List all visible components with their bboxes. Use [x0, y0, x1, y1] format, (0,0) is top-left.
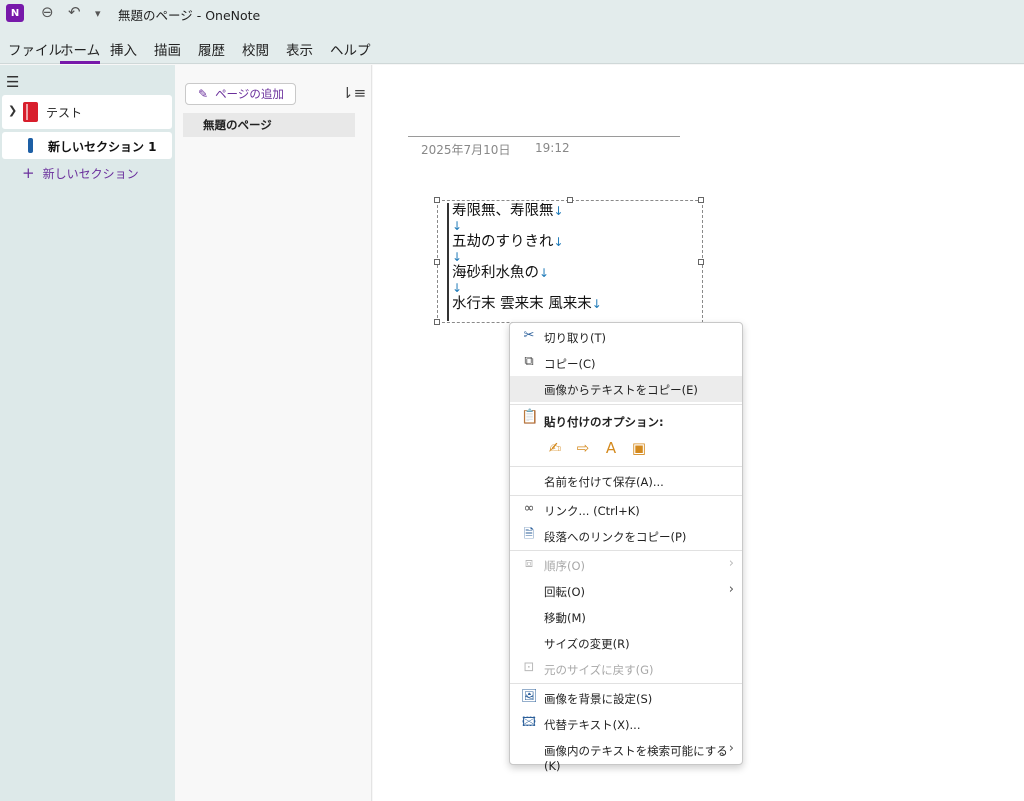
menu-item-copy[interactable]: ⧉ コピー(C) [510, 350, 742, 376]
restore-size-icon: ⊡ [523, 660, 535, 675]
menu-item-copy-text-from-image[interactable]: 画像からテキストをコピー(E) [510, 376, 742, 402]
page-list: ✎ ページの追加 ⇂≡ 無題のページ [175, 65, 372, 801]
menu-item-make-searchable[interactable]: 画像内のテキストを検索可能にする(K) › [510, 737, 742, 773]
resize-handle[interactable] [434, 197, 440, 203]
menu-item-cut[interactable]: ✂ 切り取り(T) [510, 324, 742, 350]
menu-item-rotate[interactable]: 回転(O) › [510, 578, 742, 604]
tab-help[interactable]: ヘルプ [330, 39, 371, 59]
notebook-icon [23, 102, 38, 122]
ribbon-tabs: ファイル ホーム 挿入 描画 履歴 校閲 表示 ヘルプ [0, 28, 1024, 64]
section-label: 新しいセクション 1 [48, 140, 157, 154]
chevron-right-icon: › [728, 582, 734, 597]
chevron-down-icon[interactable]: ❯ [8, 104, 17, 117]
line-break-mark: ↓ [452, 219, 463, 233]
menu-separator [510, 683, 742, 684]
notebook-item[interactable]: ❯ テスト [2, 95, 172, 129]
tab-review[interactable]: 校閲 [242, 39, 269, 59]
resize-handle[interactable] [434, 319, 440, 325]
tab-insert[interactable]: 挿入 [110, 39, 137, 59]
menu-separator [510, 404, 742, 405]
page-title-line[interactable] [408, 136, 680, 137]
menu-item-link[interactable]: ∞ リンク... (Ctrl+K) [510, 497, 742, 523]
paste-options-heading: 貼り付けのオプション: [544, 415, 664, 429]
text-line: 五劫のすりきれ↓ [452, 234, 564, 250]
menu-item-resize[interactable]: サイズの変更(R) [510, 630, 742, 656]
line-break-mark: ↓ [452, 250, 463, 264]
tab-view[interactable]: 表示 [286, 39, 313, 59]
tab-history[interactable]: 履歴 [198, 39, 225, 59]
tab-file[interactable]: ファイル [8, 39, 62, 59]
paste-merge-icon[interactable]: ⇨ [574, 439, 592, 459]
window-title: 無題のページ - OneNote [118, 8, 261, 23]
page-date: 2025年7月10日 [421, 143, 511, 157]
paragraph-link-icon: 🗎 [523, 527, 535, 542]
paste-picture-icon[interactable]: ▣ [630, 439, 648, 459]
tab-home[interactable]: ホーム [60, 39, 101, 64]
text-line: 海砂利水魚の↓ [452, 265, 550, 281]
menu-separator [510, 550, 742, 551]
menu-item-set-background[interactable]: 🖼 画像を背景に設定(S) [510, 685, 742, 711]
tab-draw[interactable]: 描画 [154, 39, 181, 59]
paste-keep-format-icon[interactable]: ✍ [546, 439, 564, 459]
alt-text-icon: 🖾 [521, 715, 537, 730]
menu-separator [510, 495, 742, 496]
menu-separator [510, 466, 742, 467]
menu-item-restore-size: ⊡ 元のサイズに戻す(G) [510, 656, 742, 682]
back-icon[interactable]: ⊖ [41, 3, 54, 21]
image-icon: 🖼 [521, 689, 538, 704]
hamburger-icon[interactable]: ☰ [6, 73, 19, 91]
context-menu: ✂ 切り取り(T) ⧉ コピー(C) 画像からテキストをコピー(E) 📋 貼り付… [509, 322, 743, 773]
link-icon: ∞ [523, 501, 535, 516]
add-section-label: 新しいセクション [42, 167, 139, 181]
clipboard-icon: 📋 [521, 409, 539, 425]
page-time: 19:12 [535, 141, 570, 155]
sort-icon[interactable]: ⇂≡ [341, 84, 366, 102]
menu-item-copy-paragraph-link[interactable]: 🗎 段落へのリンクをコピー(P) [510, 523, 742, 549]
chevron-right-icon: › [728, 556, 734, 571]
image-text-content: 寿限無、寿限無↓ ↓ 五劫のすりきれ↓ ↓ 海砂利水魚の↓ ↓ 水行末 雲来末 … [447, 203, 695, 321]
add-page-label: ページの追加 [215, 87, 284, 101]
paste-text-only-icon[interactable]: A [602, 439, 620, 459]
edit-icon: ✎ [198, 87, 209, 101]
resize-handle[interactable] [698, 259, 704, 265]
chevron-right-icon: › [728, 741, 734, 756]
menu-item-save-as[interactable]: 名前を付けて保存(A)... [510, 468, 742, 494]
section-item[interactable]: 新しいセクション 1 [2, 132, 172, 159]
section-color-icon [28, 138, 33, 153]
scissors-icon: ✂ [523, 328, 535, 343]
menu-item-move[interactable]: 移動(M) [510, 604, 742, 630]
resize-handle[interactable] [698, 197, 704, 203]
add-page-button[interactable]: ✎ ページの追加 [185, 83, 296, 105]
title-bar: N ⊖ ↶ ▾ 無題のページ - OneNote [0, 0, 1024, 28]
undo-icon[interactable]: ↶ [68, 3, 81, 21]
line-break-mark: ↓ [452, 281, 463, 295]
page-item[interactable]: 無題のページ [183, 113, 355, 137]
onenote-logo-icon: N [6, 4, 24, 22]
plus-icon: + [22, 164, 35, 182]
order-icon: ⧈ [524, 556, 534, 571]
resize-handle[interactable] [434, 259, 440, 265]
menu-item-alt-text[interactable]: 🖾 代替テキスト(X)... [510, 711, 742, 737]
text-line: 水行末 雲来末 風来末↓ [452, 296, 602, 312]
text-line: 寿限無、寿限無↓ [452, 203, 564, 219]
selected-image[interactable]: 寿限無、寿限無↓ ↓ 五劫のすりきれ↓ ↓ 海砂利水魚の↓ ↓ 水行末 雲来末 … [434, 197, 704, 325]
add-section-button[interactable]: + 新しいセクション [22, 164, 139, 182]
copy-icon: ⧉ [524, 354, 534, 369]
notebook-label: テスト [46, 106, 83, 120]
quick-access-dropdown-icon[interactable]: ▾ [95, 7, 101, 20]
notebook-navigation: ☰ ❯ テスト 新しいセクション 1 + 新しいセクション [0, 65, 175, 801]
menu-item-order: ⧈ 順序(O) › [510, 552, 742, 578]
